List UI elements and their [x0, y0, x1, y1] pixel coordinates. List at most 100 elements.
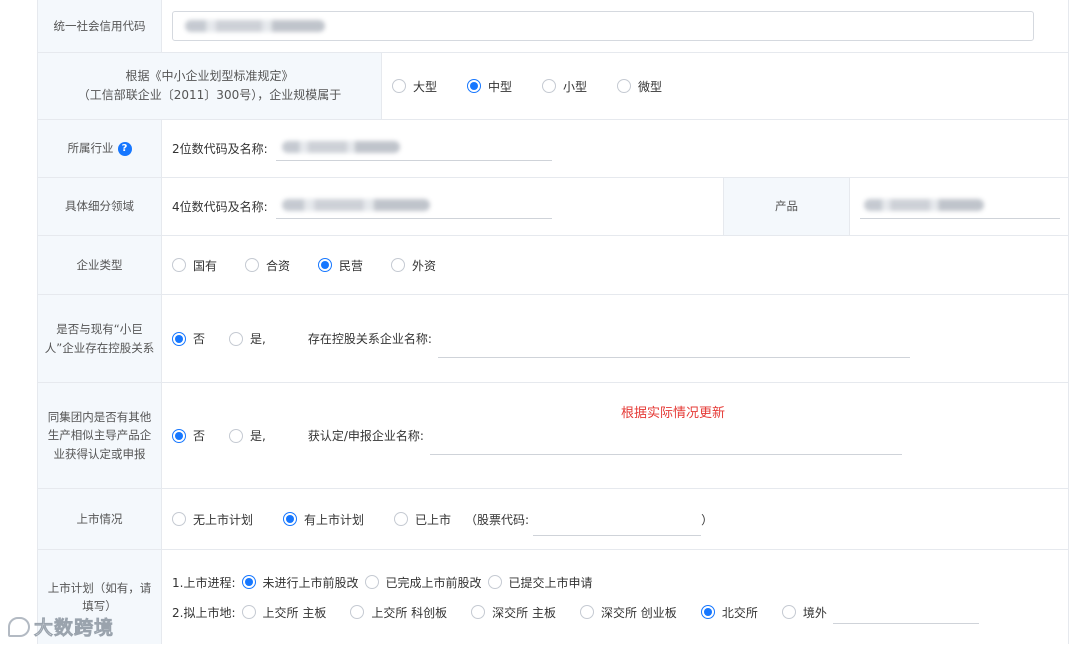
listing-options: 无上市计划 有上市计划 已上市 — [172, 511, 481, 528]
enterprise-type-radio-label: 民营 — [339, 258, 364, 273]
row-listing: 上市情况 无上市计划 有上市计划 已上市 （股票代码: ） — [38, 489, 1068, 550]
listing-radio-1[interactable]: 有上市计划 — [283, 511, 364, 528]
scale-radio-0[interactable]: 大型 — [392, 78, 437, 95]
holding-options: 否 是, — [172, 330, 290, 347]
enterprise-type-radio-label: 国有 — [193, 258, 218, 273]
row-holding: 是否与现有“小巨人”企业存在控股关系 否 是, 存在控股关系企业名称: — [38, 295, 1068, 383]
product-label: 产品 — [724, 178, 850, 235]
enterprise-type-radio-3[interactable]: 外资 — [391, 257, 436, 274]
radio-circle-icon — [241, 605, 256, 619]
group-radio-label: 否 — [193, 429, 206, 443]
redacted-value — [281, 140, 400, 153]
group-radio-0[interactable]: 否 — [172, 427, 205, 444]
subfield-input[interactable] — [275, 195, 552, 219]
watermark: 大数跨境 — [8, 613, 114, 640]
radio-circle-icon — [487, 575, 502, 589]
enterprise-type-radio-2[interactable]: 民营 — [318, 257, 363, 274]
group-options: 否 是, — [172, 427, 290, 444]
holding-field-label: 存在控股关系企业名称: — [307, 332, 432, 346]
redacted-value — [281, 198, 430, 211]
enterprise-type-radio-0[interactable]: 国有 — [172, 257, 217, 274]
enterprise-info-form: 统一社会信用代码 根据《中小企业划型标准规定》 （工信部联企业〔2011〕300… — [37, 0, 1069, 644]
listing-venue-line: 2.拟上市地: 上交所 主板 上交所 科创板 深交所 主板 深交所 创业板 北交所 境外 — [172, 597, 979, 627]
radio-circle-icon — [391, 258, 406, 272]
venue-radio-label: 深交所 创业板 — [600, 605, 677, 620]
radio-circle-icon — [392, 79, 406, 93]
scale-radio-1[interactable]: 中型 — [467, 78, 512, 95]
progress-radio-0[interactable]: 未进行上市前股改 — [241, 574, 359, 591]
radio-circle-icon — [172, 258, 186, 272]
row-listing-plan: 上市计划（如有，请填写） 1.上市进程: 未进行上市前股改 已完成上市前股改 已提交… — [38, 550, 1068, 644]
scale-radio-label: 微型 — [638, 79, 663, 94]
radio-circle-icon — [229, 428, 244, 443]
industry-label: 所属行业 ? — [38, 120, 162, 177]
venue-radio-3[interactable]: 深交所 创业板 — [579, 604, 677, 621]
listing-radio-0[interactable]: 无上市计划 — [172, 511, 253, 528]
scale-radio-3[interactable]: 微型 — [617, 78, 662, 95]
subfield-field-label: 4位数代码及名称: — [172, 200, 268, 214]
listing-radio-label: 无上市计划 — [193, 512, 254, 527]
listing-radio-label: 已上市 — [415, 512, 452, 527]
venue-radio-1[interactable]: 上交所 科创板 — [350, 604, 447, 621]
redacted-value — [864, 198, 984, 211]
venue-radio-0[interactable]: 上交所 主板 — [241, 604, 327, 621]
row-credit-code: 统一社会信用代码 — [38, 0, 1068, 53]
scale-label: 根据《中小企业划型标准规定》 （工信部联企业〔2011〕300号），企业规模属于 — [38, 53, 382, 119]
venue-radio-label: 深交所 主板 — [492, 605, 556, 620]
venue-other-input[interactable] — [832, 600, 979, 624]
scale-radio-label: 大型 — [413, 79, 438, 94]
redacted-value — [185, 20, 325, 32]
holding-radio-0[interactable]: 否 — [172, 330, 205, 347]
holding-radio-label: 否 — [193, 332, 206, 346]
radio-circle-icon — [781, 605, 796, 619]
radio-circle-icon — [283, 512, 298, 526]
radio-circle-icon — [542, 79, 557, 93]
enterprise-type-options: 国有 合资 民营 外资 — [162, 236, 1068, 294]
progress-options: 未进行上市前股改 已完成上市前股改 已提交上市申请 — [241, 574, 599, 591]
enterprise-type-radio-1[interactable]: 合资 — [245, 257, 290, 274]
subfield-label: 具体细分领域 — [38, 178, 162, 235]
stock-code-close: ） — [701, 512, 714, 527]
help-icon[interactable]: ? — [117, 141, 132, 156]
holding-input[interactable] — [437, 334, 910, 358]
radio-circle-icon — [172, 428, 186, 443]
progress-label: 1.上市进程: — [172, 575, 236, 590]
group-radio-label: 是, — [250, 429, 266, 443]
progress-radio-1[interactable]: 已完成上市前股改 — [364, 574, 482, 591]
enterprise-type-label: 企业类型 — [38, 236, 162, 294]
product-input[interactable] — [860, 195, 1060, 219]
enterprise-type-radio-label: 外资 — [412, 258, 437, 273]
scale-radio-2[interactable]: 小型 — [542, 78, 587, 95]
listing-progress-line: 1.上市进程: 未进行上市前股改 已完成上市前股改 已提交上市申请 — [172, 567, 599, 597]
enterprise-type-radio-label: 合资 — [266, 258, 291, 273]
listing-radio-2[interactable]: 已上市 — [394, 511, 451, 528]
scale-radio-label: 中型 — [488, 79, 513, 94]
venue-radio-2[interactable]: 深交所 主板 — [471, 604, 556, 621]
radio-circle-icon — [394, 512, 409, 526]
industry-label-text: 所属行业 — [67, 141, 114, 156]
radio-circle-icon — [318, 258, 333, 272]
radio-circle-icon — [350, 605, 365, 619]
industry-input[interactable] — [275, 137, 552, 161]
venue-radio-label: 上交所 主板 — [262, 605, 327, 620]
group-radio-1[interactable]: 是, — [229, 427, 266, 444]
holding-radio-1[interactable]: 是, — [229, 330, 266, 347]
credit-code-label: 统一社会信用代码 — [38, 0, 162, 52]
credit-code-input[interactable] — [172, 11, 1034, 41]
industry-field-label: 2位数代码及名称: — [172, 142, 268, 156]
row-group: 同集团内是否有其他生产相似主导产品企业获得认定或申报 否 是, 获认定/申报企业名… — [38, 383, 1068, 489]
stock-code-input[interactable] — [533, 512, 702, 536]
progress-radio-2[interactable]: 已提交上市申请 — [487, 574, 593, 591]
group-input[interactable] — [429, 431, 902, 455]
radio-circle-icon — [229, 331, 244, 346]
venue-radio-4[interactable]: 北交所 — [700, 604, 758, 621]
radio-circle-icon — [172, 512, 186, 526]
radio-circle-icon — [172, 331, 186, 346]
group-field-label: 获认定/申报企业名称: — [307, 429, 424, 443]
radio-circle-icon — [471, 605, 486, 619]
row-industry: 所属行业 ? 2位数代码及名称: — [38, 120, 1068, 178]
venue-radio-label: 境外 — [802, 605, 827, 620]
venue-radio-5[interactable]: 境外 — [781, 604, 827, 621]
progress-radio-label: 已提交上市申请 — [508, 575, 593, 590]
radio-circle-icon — [579, 605, 594, 619]
